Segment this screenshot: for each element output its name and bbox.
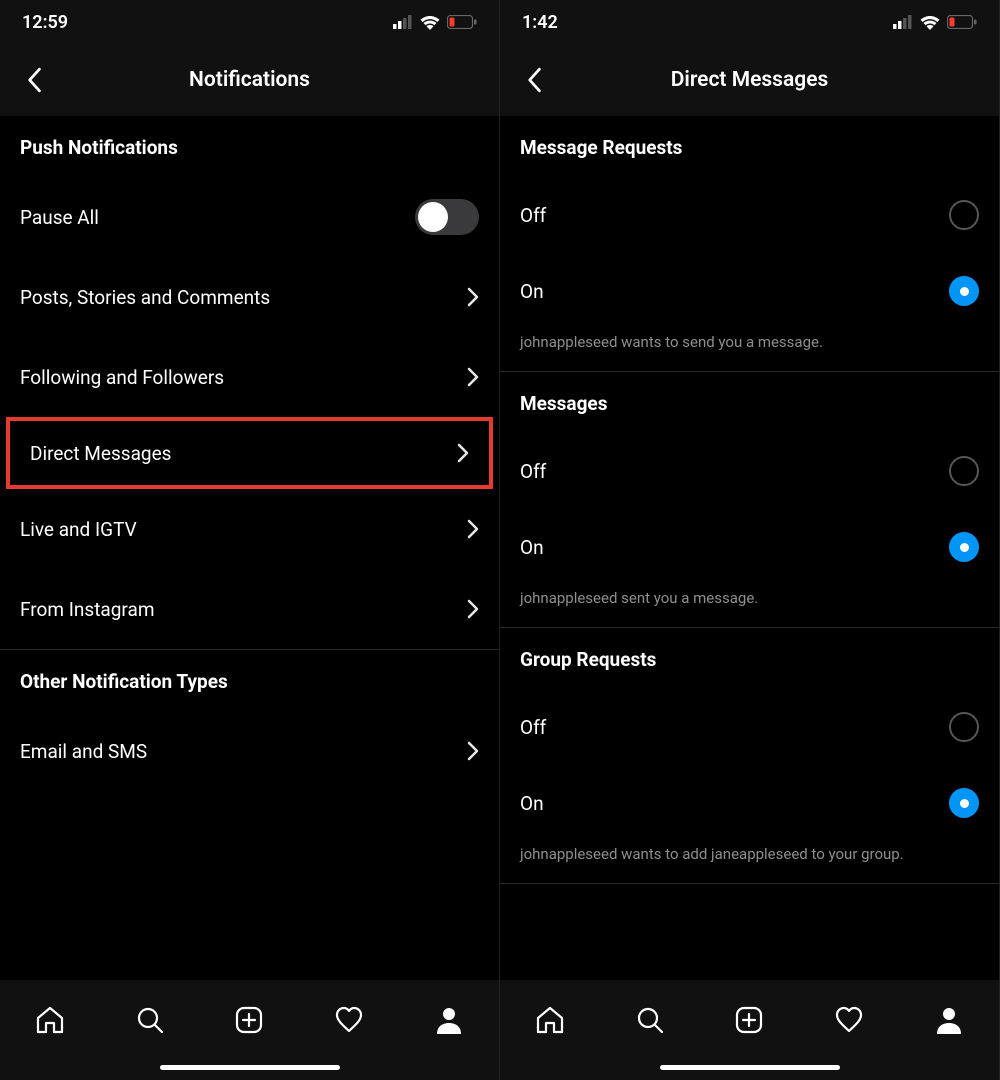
row-email-sms[interactable]: Email and SMS <box>0 711 499 791</box>
chevron-right-icon <box>457 443 469 463</box>
heart-icon <box>333 1004 365 1036</box>
back-button[interactable] <box>514 60 554 100</box>
chevron-right-icon <box>467 599 479 619</box>
tab-bar <box>500 980 999 1080</box>
page-title: Direct Messages <box>500 68 999 92</box>
home-icon <box>534 1004 566 1036</box>
search-icon <box>634 1004 666 1036</box>
status-indicators <box>893 14 977 30</box>
toggle-pause-all[interactable] <box>415 199 479 235</box>
section-header-other: Other Notification Types <box>0 650 499 711</box>
profile-icon <box>433 1004 465 1036</box>
radio-row-off[interactable]: Off <box>500 433 999 509</box>
section-header-message-requests: Message Requests <box>500 116 999 177</box>
chevron-left-icon <box>526 67 542 93</box>
tab-bar <box>0 980 499 1080</box>
home-indicator <box>160 1065 340 1070</box>
tab-activity[interactable] <box>827 998 871 1042</box>
hint-text: johnappleseed wants to send you a messag… <box>500 329 999 371</box>
nav-header: Direct Messages <box>500 44 999 116</box>
section-header-messages: Messages <box>500 372 999 433</box>
row-following[interactable]: Following and Followers <box>0 337 499 417</box>
tab-home[interactable] <box>28 998 72 1042</box>
home-icon <box>34 1004 66 1036</box>
search-icon <box>134 1004 166 1036</box>
chevron-right-icon <box>467 367 479 387</box>
radio-label: Off <box>520 460 546 483</box>
plus-icon <box>733 1004 765 1036</box>
section-header-push: Push Notifications <box>0 116 499 177</box>
radio-label: Off <box>520 716 546 739</box>
row-pause-all[interactable]: Pause All <box>0 177 499 257</box>
row-label: Following and Followers <box>20 366 224 389</box>
profile-icon <box>933 1004 965 1036</box>
row-label: Pause All <box>20 206 99 229</box>
tab-profile[interactable] <box>427 998 471 1042</box>
cellular-icon <box>893 15 913 29</box>
chevron-left-icon <box>26 67 42 93</box>
radio-label: On <box>520 536 544 559</box>
tab-create[interactable] <box>227 998 271 1042</box>
plus-icon <box>233 1004 265 1036</box>
radio-unselected[interactable] <box>949 200 979 230</box>
chevron-right-icon <box>467 287 479 307</box>
page-title: Notifications <box>0 68 499 92</box>
battery-icon <box>447 15 477 29</box>
row-label: Live and IGTV <box>20 518 137 541</box>
phone-left: 12:59 Notifications Push Notifications P… <box>0 0 500 1080</box>
chevron-right-icon <box>467 741 479 761</box>
radio-unselected[interactable] <box>949 456 979 486</box>
row-label: Direct Messages <box>30 442 171 465</box>
radio-selected[interactable] <box>949 276 979 306</box>
radio-row-on[interactable]: On <box>500 509 999 585</box>
hint-text: johnappleseed sent you a message. <box>500 585 999 627</box>
radio-label: On <box>520 280 544 303</box>
status-time: 12:59 <box>22 12 68 33</box>
radio-label: On <box>520 792 544 815</box>
battery-icon <box>947 15 977 29</box>
radio-selected[interactable] <box>949 788 979 818</box>
tab-create[interactable] <box>727 998 771 1042</box>
row-posts-stories[interactable]: Posts, Stories and Comments <box>0 257 499 337</box>
tab-search[interactable] <box>628 998 672 1042</box>
status-time: 1:42 <box>522 12 558 33</box>
tab-home[interactable] <box>528 998 572 1042</box>
radio-label: Off <box>520 204 546 227</box>
home-indicator <box>660 1065 840 1070</box>
row-direct-messages[interactable]: Direct Messages <box>6 417 493 489</box>
hint-text: johnappleseed wants to add janeappleseed… <box>500 841 999 883</box>
heart-icon <box>833 1004 865 1036</box>
content-area: Message Requests Off On johnappleseed wa… <box>500 116 999 980</box>
radio-unselected[interactable] <box>949 712 979 742</box>
radio-selected[interactable] <box>949 532 979 562</box>
divider <box>500 883 999 884</box>
tab-profile[interactable] <box>927 998 971 1042</box>
nav-header: Notifications <box>0 44 499 116</box>
wifi-icon <box>919 14 941 30</box>
radio-row-off[interactable]: Off <box>500 689 999 765</box>
radio-row-off[interactable]: Off <box>500 177 999 253</box>
radio-row-on[interactable]: On <box>500 765 999 841</box>
section-header-group-requests: Group Requests <box>500 628 999 689</box>
toggle-knob <box>418 202 448 232</box>
wifi-icon <box>419 14 441 30</box>
row-label: Posts, Stories and Comments <box>20 286 270 309</box>
row-label: Email and SMS <box>20 740 147 763</box>
row-live-igtv[interactable]: Live and IGTV <box>0 489 499 569</box>
radio-row-on[interactable]: On <box>500 253 999 329</box>
tab-activity[interactable] <box>327 998 371 1042</box>
chevron-right-icon <box>467 519 479 539</box>
row-from-instagram[interactable]: From Instagram <box>0 569 499 649</box>
back-button[interactable] <box>14 60 54 100</box>
row-label: From Instagram <box>20 598 154 621</box>
cellular-icon <box>393 15 413 29</box>
phone-right: 1:42 Direct Messages Message Requests Of… <box>500 0 1000 1080</box>
status-indicators <box>393 14 477 30</box>
tab-search[interactable] <box>128 998 172 1042</box>
status-bar: 1:42 <box>500 0 999 44</box>
status-bar: 12:59 <box>0 0 499 44</box>
content-area: Push Notifications Pause All Posts, Stor… <box>0 116 499 980</box>
